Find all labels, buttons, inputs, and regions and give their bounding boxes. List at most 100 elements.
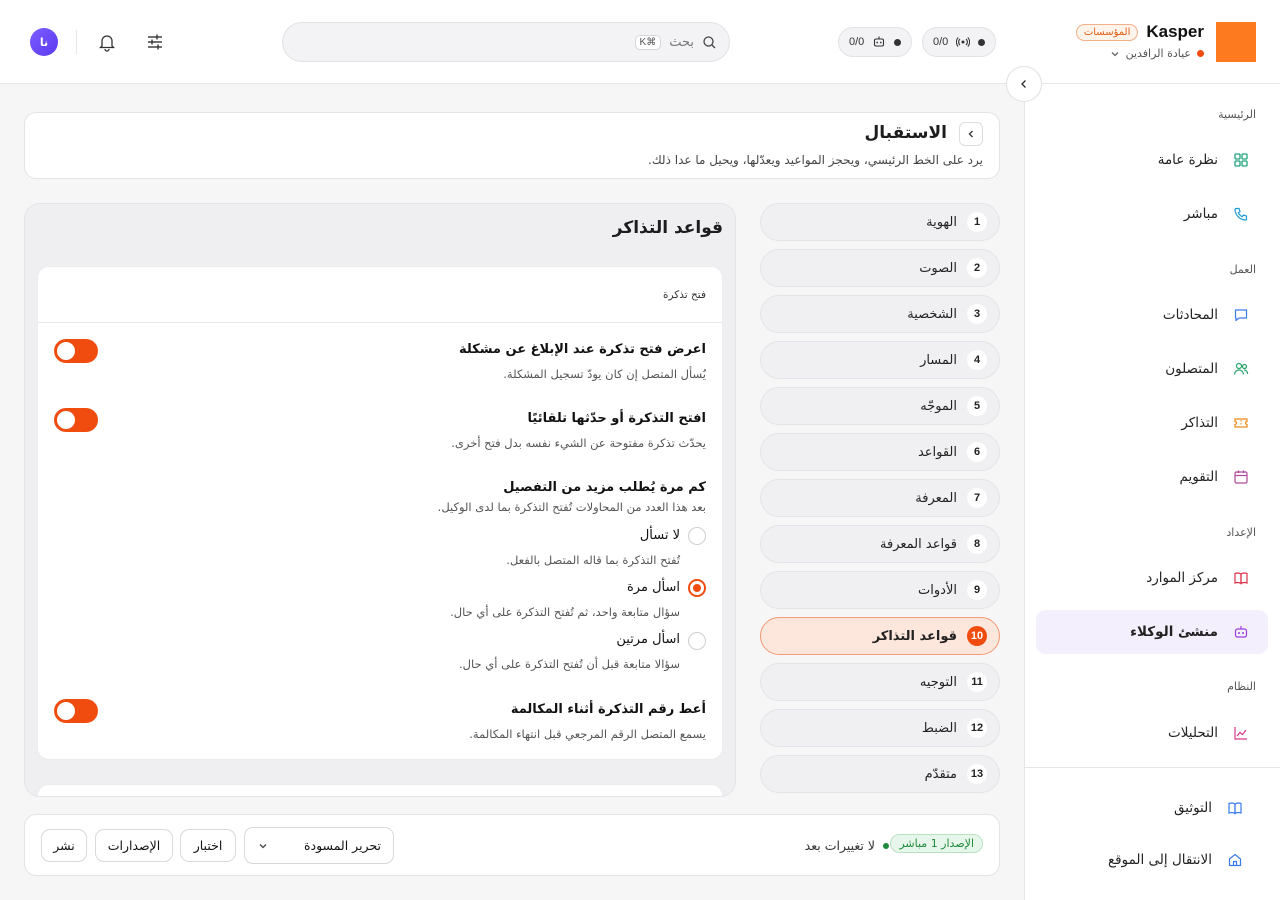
sidebar-item-analytics[interactable]: التحليلات <box>1036 711 1268 755</box>
sidebar-item-label: نظرة عامة <box>1157 152 1218 168</box>
option-description: سؤال متابعة واحد، ثم تُفتح التذكرة على أ… <box>450 605 680 619</box>
chart-icon <box>1232 724 1250 742</box>
status-dot <box>1197 50 1204 57</box>
sidebar-item-resources[interactable]: مركز الموارد <box>1036 556 1268 600</box>
question-description: بعد هذا العدد من المحاولات تُفتح التذكرة… <box>437 500 706 514</box>
rule-description: يُسأل المتصل إن كان يودّ تسجيل المشكلة. <box>503 367 706 381</box>
sidebar-item-label: الانتقال إلى الموقع <box>1107 852 1212 868</box>
step-label: القواعد <box>917 444 957 460</box>
sidebar: الرئيسية نظرة عامة مباشر العمل المحادثات… <box>1024 84 1280 900</box>
step-number: 13 <box>967 764 987 784</box>
collapse-sidebar-button[interactable] <box>1006 66 1042 102</box>
step-routing[interactable]: 11 التوجيه <box>760 663 1000 701</box>
sidebar-item-label: التقويم <box>1179 469 1218 485</box>
give-ticket-number-toggle[interactable] <box>54 699 98 723</box>
clinic-name: عيادة الرافدين <box>1125 47 1191 60</box>
step-label: التوجيه <box>919 674 957 690</box>
sidebar-item-label: المحادثات <box>1162 307 1218 323</box>
bottom-action-bar: الإصدار 1 مباشر لا تغييرات بعد تحرير الم… <box>24 814 1000 876</box>
change-status-text: لا تغييرات بعد <box>804 838 875 853</box>
sidebar-item-label: منشئ الوكلاء <box>1130 624 1218 640</box>
test-button[interactable]: اختبار <box>180 829 236 862</box>
sidebar-item-label: مركز الموارد <box>1146 570 1218 586</box>
search-input[interactable]: بحث <box>669 35 694 50</box>
sidebar-item-agent-builder[interactable]: منشئ الوكلاء <box>1036 610 1268 654</box>
filters-icon[interactable] <box>143 30 167 54</box>
step-number: 11 <box>967 672 987 692</box>
clinic-switcher[interactable]: عيادة الرافدين <box>1110 47 1204 60</box>
agents-counter[interactable]: 0/0 <box>838 27 913 57</box>
card-heading: فتح تذكرة <box>662 289 706 301</box>
sidebar-item-overview[interactable]: نظرة عامة <box>1036 138 1268 182</box>
step-number: 2 <box>967 258 987 278</box>
step-number: 3 <box>967 304 987 324</box>
ticket-icon <box>1232 414 1250 432</box>
step-label: قواعد المعرفة <box>880 536 957 552</box>
option-label: اسأل مرتين <box>616 632 680 647</box>
sidebar-item-tickets[interactable]: التذاكر <box>1036 401 1268 445</box>
status-dot <box>978 38 986 46</box>
step-label: الصوت <box>919 260 957 276</box>
agents-count: 0/0 <box>849 36 865 48</box>
home-icon <box>1226 851 1244 869</box>
robot-icon <box>872 35 886 49</box>
step-identity[interactable]: 1 الهوية <box>760 203 1000 241</box>
step-tools[interactable]: 9 الأدوات <box>760 571 1000 609</box>
step-number: 1 <box>967 212 987 232</box>
sidebar-item-callers[interactable]: المتصلون <box>1036 347 1268 391</box>
calls-counter[interactable]: 0/0 <box>922 27 997 57</box>
divider <box>38 322 722 323</box>
step-knowledge-bases[interactable]: 8 قواعد المعرفة <box>760 525 1000 563</box>
question-title: كم مرة يُطلب مزيد من التفصيل <box>503 480 706 495</box>
step-advanced[interactable]: 13 متقدّم <box>760 755 1000 793</box>
avatar[interactable]: نا <box>30 28 58 56</box>
radio-ask-twice[interactable] <box>688 632 706 650</box>
rule-description: يحدّث تذكرة مفتوحة عن الشيء نفسه بدل فتح… <box>451 436 706 450</box>
book-icon <box>1232 569 1250 587</box>
divider <box>1025 767 1280 768</box>
step-personality[interactable]: 3 الشخصية <box>760 295 1000 333</box>
step-tuning[interactable]: 12 الضبط <box>760 709 1000 747</box>
chevron-down-icon <box>257 840 269 852</box>
brand-name: Kasper <box>1146 22 1204 41</box>
step-rules[interactable]: 6 القواعد <box>760 433 1000 471</box>
radio-ask-once[interactable] <box>688 579 706 597</box>
mode-select[interactable]: تحرير المسودة <box>244 827 394 864</box>
auto-open-ticket-toggle[interactable] <box>54 408 98 432</box>
radio-dont-ask[interactable] <box>688 527 706 545</box>
step-label: متقدّم <box>924 766 957 782</box>
org-badge: المؤسسات <box>1075 23 1139 41</box>
sidebar-item-live[interactable]: مباشر <box>1036 192 1268 236</box>
antenna-icon <box>956 35 971 49</box>
phone-icon <box>1232 205 1250 223</box>
offer-ticket-toggle[interactable] <box>54 339 98 363</box>
step-knowledge[interactable]: 7 المعرفة <box>760 479 1000 517</box>
bell-icon[interactable] <box>95 30 119 54</box>
sidebar-item-label: مباشر <box>1183 206 1218 222</box>
step-ticket-rules[interactable]: 10 قواعد التذاكر <box>760 617 1000 655</box>
sidebar-item-label: التذاكر <box>1181 415 1218 431</box>
toggle-knob <box>57 411 75 429</box>
sidebar-item-label: التحليلات <box>1168 725 1218 741</box>
calendar-icon <box>1232 468 1250 486</box>
publish-button[interactable]: نشر <box>41 829 87 862</box>
step-flow[interactable]: 4 المسار <box>760 341 1000 379</box>
brand: Kasper المؤسسات <box>1075 22 1204 42</box>
back-button[interactable] <box>959 122 983 146</box>
search-shortcut: ⌘K <box>634 34 662 50</box>
search-bar[interactable]: بحث ⌘K <box>282 22 730 62</box>
sidebar-item-go-to-site[interactable]: الانتقال إلى الموقع <box>1036 838 1268 882</box>
rule-title: اعرض فتح تذكرة عند الإبلاغ عن مشكلة <box>458 342 706 357</box>
section-label-system: النظام <box>1227 680 1256 693</box>
sidebar-item-docs[interactable]: التوثيق <box>1036 786 1268 830</box>
step-prompt[interactable]: 5 الموجّه <box>760 387 1000 425</box>
sidebar-item-calendar[interactable]: التقويم <box>1036 455 1268 499</box>
sidebar-item-conversations[interactable]: المحادثات <box>1036 293 1268 337</box>
versions-button[interactable]: الإصدارات <box>95 829 173 862</box>
status-dot <box>894 38 902 46</box>
users-icon <box>1232 360 1250 378</box>
step-voice[interactable]: 2 الصوت <box>760 249 1000 287</box>
option-label: اسأل مرة <box>627 580 680 595</box>
logo[interactable] <box>1216 22 1256 62</box>
grid-icon <box>1232 151 1250 169</box>
